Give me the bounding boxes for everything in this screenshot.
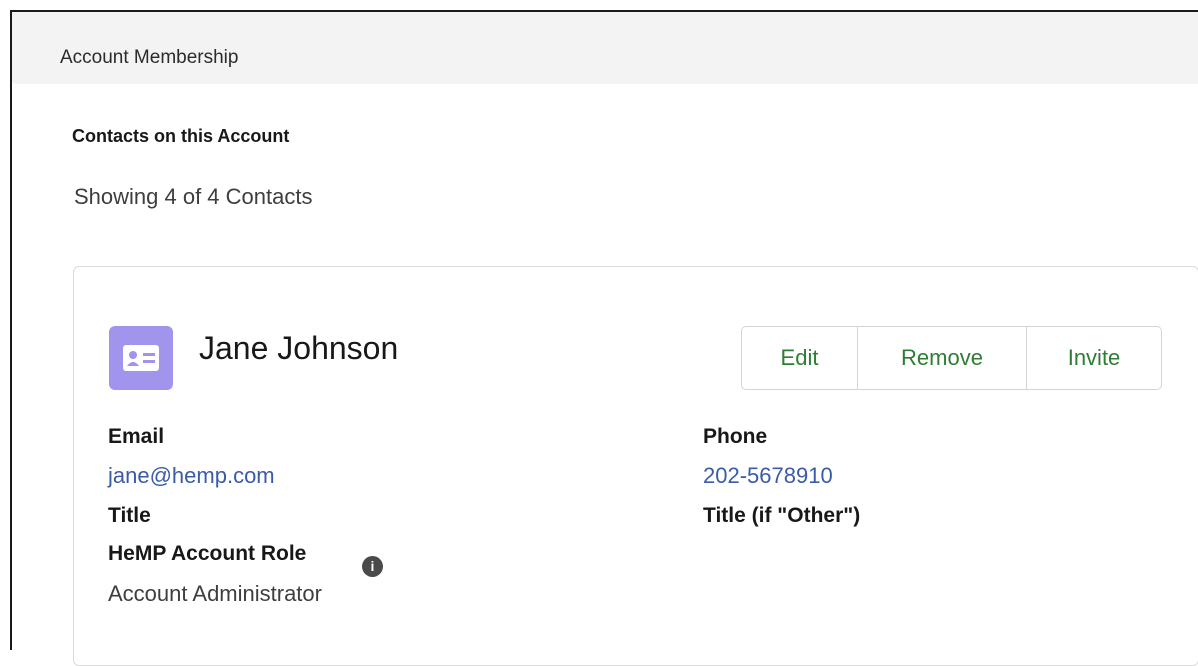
contact-actions: Edit Remove Invite <box>741 326 1162 390</box>
role-label: HeMP Account Role <box>108 542 307 565</box>
contacts-subheading: Contacts on this Account <box>72 126 290 146</box>
email-label: Email <box>108 425 165 448</box>
role-value: Account Administrator <box>108 581 322 606</box>
section-title: Account Membership <box>60 47 239 68</box>
phone-link[interactable]: 202-5678910 <box>703 463 833 489</box>
page-frame: Account Membership Contacts on this Acco… <box>10 10 1198 666</box>
title-label: Title <box>108 504 151 527</box>
edit-button[interactable]: Edit <box>741 326 858 390</box>
contact-name[interactable]: Jane Johnson <box>199 330 398 367</box>
section-header[interactable]: Account Membership <box>12 12 1198 84</box>
title-other-label: Title (if "Other") <box>703 504 861 527</box>
contacts-count: Showing 4 of 4 Contacts <box>74 184 313 209</box>
phone-label: Phone <box>703 425 768 448</box>
invite-button[interactable]: Invite <box>1026 326 1162 390</box>
remove-button[interactable]: Remove <box>857 326 1027 390</box>
info-icon[interactable]: i <box>362 556 383 577</box>
email-link[interactable]: jane@hemp.com <box>108 463 275 489</box>
contact-card-icon <box>109 326 173 390</box>
